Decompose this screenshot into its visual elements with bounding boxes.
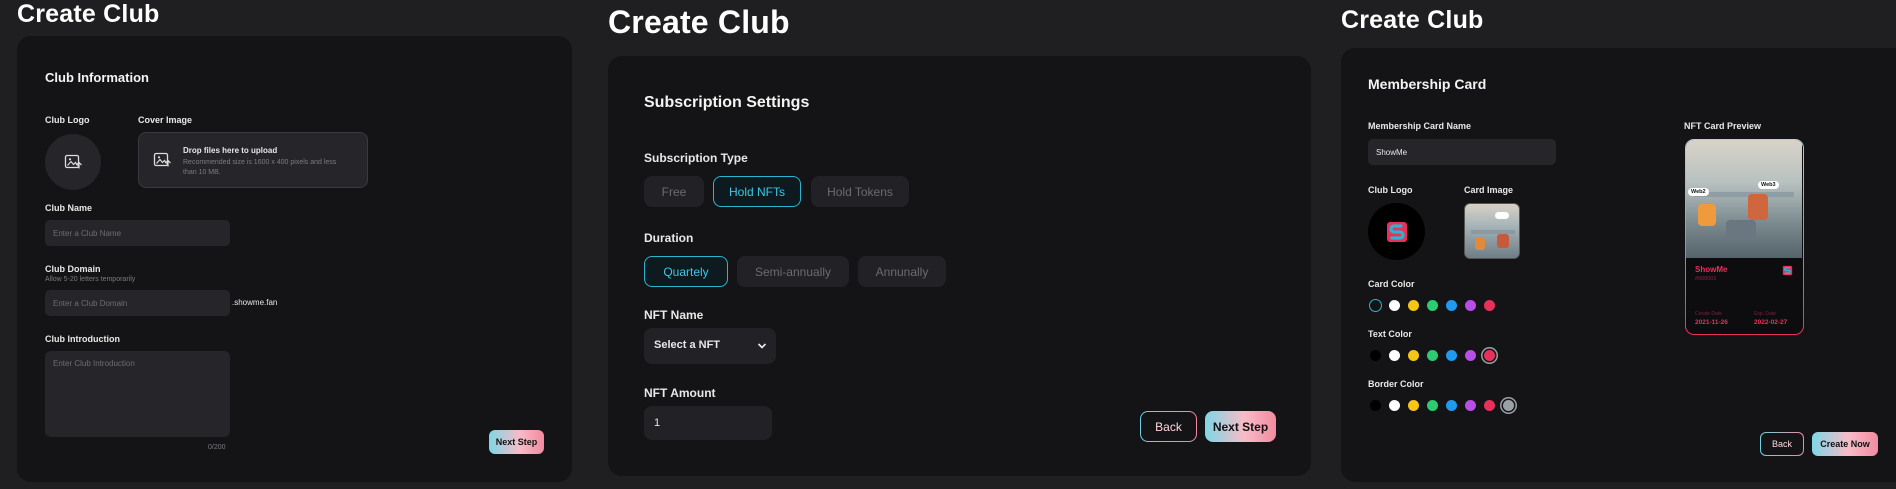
membership-card-card: Membership Card Membership Card Name Sho… bbox=[1341, 48, 1896, 482]
swatch-black[interactable] bbox=[1370, 400, 1381, 411]
club-logo-image[interactable] bbox=[1368, 203, 1425, 260]
type-hold-nfts-option[interactable]: Hold NFTs bbox=[713, 176, 801, 207]
type-hold-tokens-option[interactable]: Hold Tokens bbox=[811, 176, 909, 207]
card-name-label: Membership Card Name bbox=[1368, 121, 1472, 131]
bubble-left: Web2 bbox=[1688, 188, 1709, 196]
swatch-white[interactable] bbox=[1389, 400, 1400, 411]
dropzone-title: Drop files here to upload bbox=[183, 146, 278, 155]
chevron-down-icon bbox=[757, 343, 767, 349]
swatch-purple[interactable] bbox=[1465, 300, 1476, 311]
showme-logo-icon bbox=[1782, 265, 1793, 276]
club-logo-label: Club Logo bbox=[1368, 185, 1413, 195]
swatch-blue[interactable] bbox=[1446, 350, 1457, 361]
club-name-label: Club Name bbox=[45, 203, 93, 213]
swatch-purple[interactable] bbox=[1465, 400, 1476, 411]
cover-image-label: Cover Image bbox=[138, 115, 193, 125]
image-upload-icon bbox=[153, 152, 171, 167]
subscription-settings-card: Subscription Settings Subscription Type … bbox=[608, 56, 1311, 476]
text-color-label: Text Color bbox=[1368, 329, 1412, 339]
dropzone-hint: Recommended size is 1600 x 400 pixels an… bbox=[183, 159, 337, 176]
bubble-right: Web3 bbox=[1758, 181, 1779, 189]
club-introduction-label: Club Introduction bbox=[45, 334, 120, 344]
nft-card-preview-label: NFT Card Preview bbox=[1684, 121, 1762, 131]
nft-amount-label: NFT Amount bbox=[644, 386, 716, 400]
back-button[interactable]: Back bbox=[1140, 411, 1197, 442]
club-information-card: Club Information Club Logo Cover Image D… bbox=[17, 36, 572, 482]
preview-club-sub: #000001 bbox=[1695, 276, 1717, 282]
swatch-yellow[interactable] bbox=[1408, 350, 1419, 361]
swatch-yellow[interactable] bbox=[1408, 300, 1419, 311]
swatch-green[interactable] bbox=[1427, 350, 1438, 361]
page-title: Create Club bbox=[608, 4, 790, 40]
swatch-yellow[interactable] bbox=[1408, 400, 1419, 411]
swatch-gray-selected[interactable] bbox=[1503, 400, 1514, 411]
club-logo-label: Club Logo bbox=[45, 115, 90, 125]
preview-exp-value: 2022-02-27 bbox=[1754, 319, 1788, 326]
nft-amount-input[interactable]: 1 bbox=[644, 406, 772, 440]
showme-logo-icon bbox=[1386, 221, 1407, 242]
club-logo-upload[interactable] bbox=[45, 134, 101, 190]
next-step-button[interactable]: Next Step bbox=[1205, 411, 1276, 442]
text-color-swatches bbox=[1368, 348, 1528, 362]
preview-club-name: ShowMe bbox=[1695, 265, 1728, 274]
section-title: Club Information bbox=[45, 70, 149, 85]
club-domain-label: Club Domain bbox=[45, 264, 101, 274]
back-button[interactable]: Back bbox=[1760, 432, 1804, 456]
card-image-thumbnail[interactable] bbox=[1464, 203, 1520, 259]
swatch-red[interactable] bbox=[1484, 300, 1495, 311]
section-title: Membership Card bbox=[1368, 76, 1487, 92]
swatch-red-selected[interactable] bbox=[1484, 350, 1495, 361]
swatch-blue[interactable] bbox=[1446, 300, 1457, 311]
intro-char-count: 0/200 bbox=[208, 444, 226, 451]
create-now-button[interactable]: Create Now bbox=[1812, 432, 1878, 456]
page-title: Create Club bbox=[1341, 6, 1484, 34]
swatch-white[interactable] bbox=[1389, 350, 1400, 361]
duration-annually-option[interactable]: Annunally bbox=[858, 256, 946, 287]
club-introduction-textarea[interactable]: Enter Club Introduction bbox=[45, 351, 230, 437]
nft-card-preview: Web2 Web3 ShowMe #000001 Create Date 202… bbox=[1685, 139, 1804, 335]
border-color-swatches bbox=[1368, 398, 1528, 412]
page-title: Create Club bbox=[17, 0, 160, 28]
section-title: Subscription Settings bbox=[644, 94, 810, 111]
club-domain-input[interactable]: Enter a Club Domain bbox=[45, 290, 230, 316]
swatch-black-selected[interactable] bbox=[1369, 299, 1382, 312]
card-image-label: Card Image bbox=[1464, 185, 1514, 195]
preview-create-label: Create Date bbox=[1695, 311, 1722, 317]
type-free-option[interactable]: Free bbox=[644, 176, 704, 207]
card-name-input[interactable]: ShowMe bbox=[1368, 139, 1556, 165]
duration-label: Duration bbox=[644, 231, 694, 245]
domain-suffix: .showme.fan bbox=[232, 298, 278, 307]
next-step-button[interactable]: Next Step bbox=[489, 430, 544, 454]
swatch-green[interactable] bbox=[1427, 400, 1438, 411]
swatch-green[interactable] bbox=[1427, 300, 1438, 311]
swatch-black[interactable] bbox=[1370, 350, 1381, 361]
swatch-blue[interactable] bbox=[1446, 400, 1457, 411]
cover-image-dropzone[interactable]: Drop files here to upload Recommended si… bbox=[138, 132, 368, 188]
card-color-swatches bbox=[1368, 298, 1528, 312]
preview-image: Web2 Web3 bbox=[1686, 140, 1802, 258]
nft-select-dropdown[interactable]: Select a NFT bbox=[644, 328, 776, 364]
swatch-red[interactable] bbox=[1484, 400, 1495, 411]
card-color-label: Card Color bbox=[1368, 279, 1415, 289]
nft-name-label: NFT Name bbox=[644, 308, 704, 322]
preview-exp-label: Exp. Date bbox=[1754, 311, 1776, 317]
duration-semi-annually-option[interactable]: Semi-annually bbox=[737, 256, 849, 287]
image-upload-icon bbox=[64, 154, 82, 169]
nft-select-value: Select a NFT bbox=[654, 339, 721, 351]
club-name-input[interactable]: Enter a Club Name bbox=[45, 220, 230, 246]
club-domain-hint: Allow 5-20 letters temporarily bbox=[45, 276, 136, 283]
preview-create-value: 2021-11-26 bbox=[1695, 319, 1728, 326]
border-color-label: Border Color bbox=[1368, 379, 1424, 389]
swatch-purple[interactable] bbox=[1465, 350, 1476, 361]
swatch-white[interactable] bbox=[1389, 300, 1400, 311]
duration-quarterly-option[interactable]: Quartely bbox=[644, 256, 728, 287]
subscription-type-label: Subscription Type bbox=[644, 151, 748, 165]
